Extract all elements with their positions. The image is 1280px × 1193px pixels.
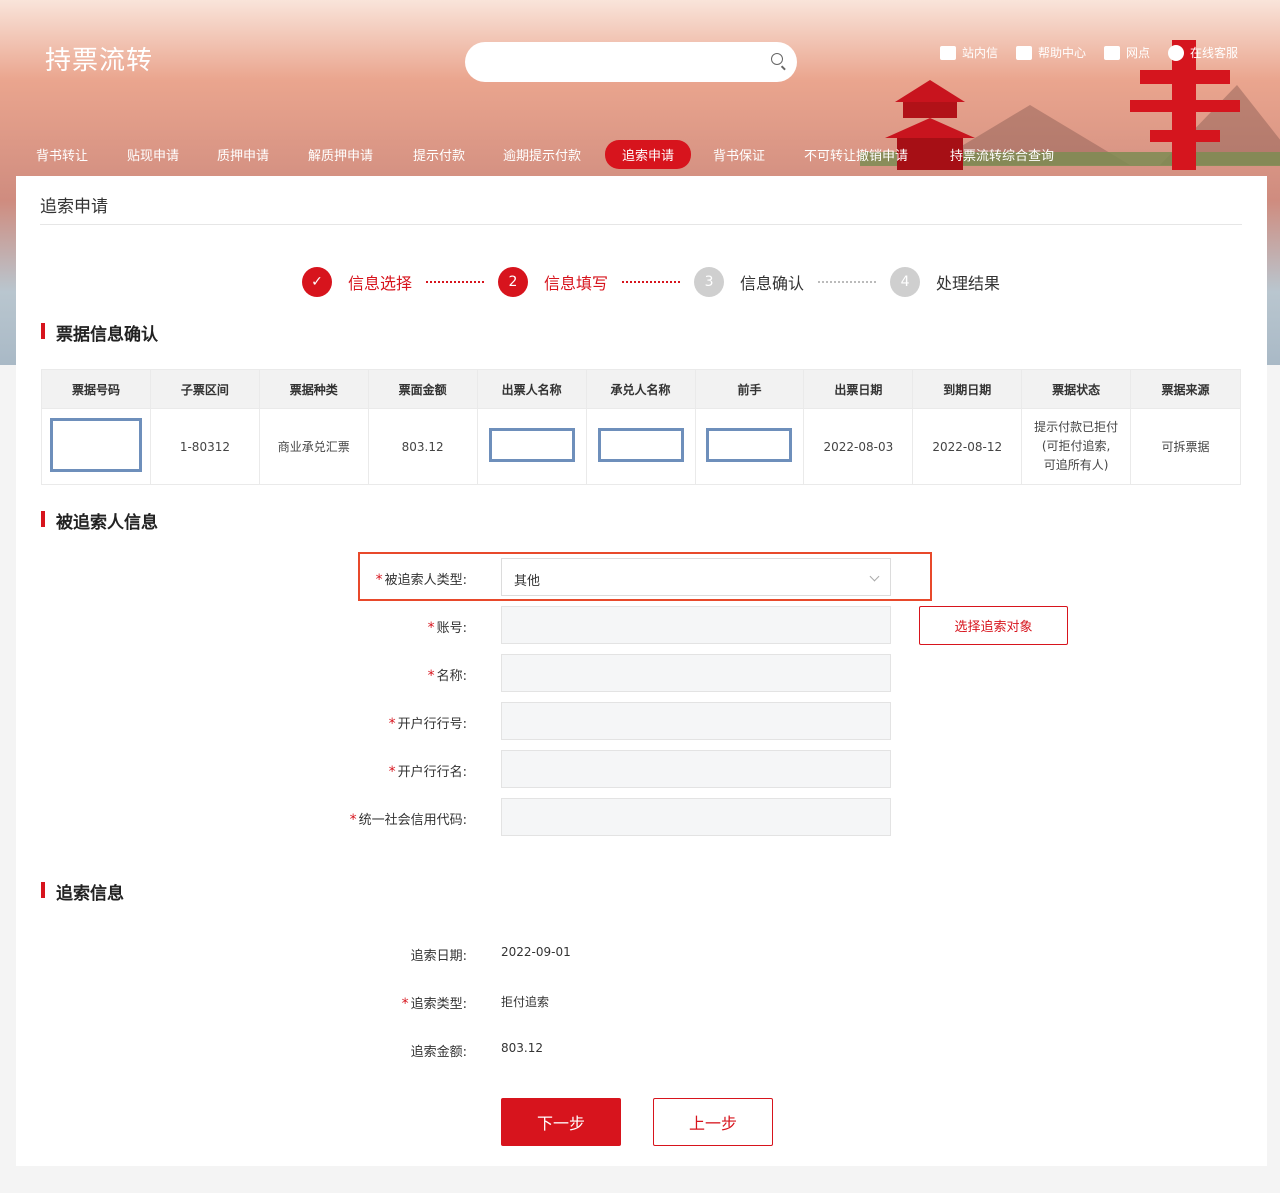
chevron-down-icon — [869, 571, 880, 582]
step-connector — [818, 281, 877, 283]
nav-endorse[interactable]: 背书转让 — [36, 145, 88, 164]
main-panel: 追索申请 ✓ 信息选择 2 信息填写 3 信息确认 4 处理结果 票据信息确认 … — [16, 176, 1267, 1166]
form-row-account: * 账号: — [16, 606, 1267, 644]
search-icon[interactable] — [771, 53, 783, 65]
redacted-box — [49, 418, 142, 472]
nav-discount[interactable]: 贴现申请 — [127, 145, 179, 164]
nav-pledge[interactable]: 质押申请 — [217, 145, 269, 164]
form-row-recourse-date: 追索日期: 2022-09-01 — [410, 945, 571, 964]
cell-prior — [694, 408, 805, 485]
redacted-box — [488, 428, 575, 462]
section-title-party: 被追索人信息 — [41, 508, 158, 533]
nav-unpledge[interactable]: 解质押申请 — [308, 145, 373, 164]
next-step-button[interactable]: 下一步 — [501, 1098, 621, 1146]
nav-guarantee[interactable]: 背书保证 — [713, 145, 765, 164]
cell-amount: 803.12 — [367, 408, 478, 485]
cell-type: 商业承兑汇票 — [258, 408, 369, 485]
form-row-name: * 名称: — [16, 654, 1267, 692]
help-center-link[interactable]: 帮助中心 — [1016, 44, 1086, 61]
branch-link[interactable]: 网点 — [1104, 44, 1150, 61]
step-connector — [622, 281, 681, 283]
form-row-party-type: * 被追索人类型: 其他 — [16, 558, 1267, 596]
form-row-credit-code: * 统一社会信用代码: — [16, 798, 1267, 836]
account-field[interactable] — [501, 606, 891, 644]
step-number: 2 — [498, 267, 529, 297]
bank-number-field[interactable] — [501, 702, 891, 740]
step-number: 3 — [694, 267, 725, 297]
party-type-select[interactable]: 其他 — [501, 558, 891, 596]
nav-recourse[interactable]: 追索申请 — [605, 140, 692, 169]
cell-drawer — [476, 408, 587, 485]
page-title: 追索申请 — [40, 197, 108, 217]
bill-table: 票据号码 子票区间 票据种类 票面金额 出票人名称 承兑人名称 前手 出票日期 … — [41, 369, 1241, 485]
step-indicator: ✓ 信息选择 2 信息填写 3 信息确认 4 处理结果 — [302, 266, 1000, 298]
name-field[interactable] — [501, 654, 891, 692]
step-4: 4 处理结果 — [890, 267, 1000, 297]
redacted-box — [706, 428, 793, 462]
step-number: 4 — [890, 267, 921, 297]
redacted-box — [597, 428, 684, 462]
table-row: 1-80312 商业承兑汇票 803.12 2022-08-03 2022-08… — [41, 408, 1241, 485]
form-row-recourse-type: * 追索类型: 拒付追索 — [401, 995, 550, 1012]
cell-source: 可拆票据 — [1130, 408, 1241, 485]
title-divider — [40, 224, 1242, 225]
check-icon: ✓ — [302, 267, 332, 297]
cell-sub-range: 1-80312 — [149, 408, 260, 485]
step-connector — [426, 281, 485, 283]
app-logo[interactable]: 持票流转 — [45, 40, 153, 77]
mail-link[interactable]: 站内信 — [940, 44, 998, 61]
cell-due-date: 2022-08-12 — [912, 408, 1023, 485]
nav-revoke[interactable]: 不可转让撤销申请 — [804, 145, 908, 164]
recourse-type-value: 拒付追索 — [501, 995, 550, 1009]
form-row-bank-name: * 开户行行名: — [16, 750, 1267, 788]
previous-step-button[interactable]: 上一步 — [653, 1098, 773, 1146]
form-row-recourse-amount: 追索金额: 803.12 — [410, 1041, 543, 1060]
bookmark-icon — [1016, 45, 1033, 60]
mail-icon — [940, 45, 956, 60]
section-title-bill: 票据信息确认 — [41, 320, 158, 345]
cell-acceptor — [585, 408, 696, 485]
nav-query[interactable]: 持票流转综合查询 — [950, 145, 1054, 164]
nav-overdue-payment[interactable]: 逾期提示付款 — [503, 145, 581, 164]
headset-icon — [1168, 44, 1185, 61]
recourse-amount-value: 803.12 — [501, 1041, 543, 1055]
select-recourse-target-button[interactable]: 选择追索对象 — [919, 606, 1068, 645]
search-input[interactable] — [465, 42, 797, 82]
step-1: ✓ 信息选择 — [302, 267, 412, 297]
top-links: 站内信 帮助中心 网点 在线客服 — [940, 44, 1238, 61]
bank-name-field[interactable] — [501, 750, 891, 788]
step-3: 3 信息确认 — [694, 267, 804, 297]
location-icon — [1104, 45, 1121, 60]
table-header: 票据号码 子票区间 票据种类 票面金额 出票人名称 承兑人名称 前手 出票日期 … — [41, 369, 1241, 409]
credit-code-field[interactable] — [501, 798, 891, 836]
cell-status: 提示付款已拒付 (可拒付追索, 可追所有人) — [1021, 408, 1132, 485]
cell-issue-date: 2022-08-03 — [803, 408, 914, 485]
online-service-link[interactable]: 在线客服 — [1168, 44, 1238, 61]
form-row-bank-no: * 开户行行号: — [16, 702, 1267, 740]
cell-bill-no — [41, 408, 151, 485]
step-2: 2 信息填写 — [498, 267, 608, 297]
section-title-recourse: 追索信息 — [41, 879, 124, 904]
nav-payment[interactable]: 提示付款 — [413, 145, 465, 164]
recourse-date-value: 2022-09-01 — [501, 945, 571, 959]
main-nav: 背书转让 贴现申请 质押申请 解质押申请 提示付款 逾期提示付款 追索申请 背书… — [0, 140, 1280, 169]
